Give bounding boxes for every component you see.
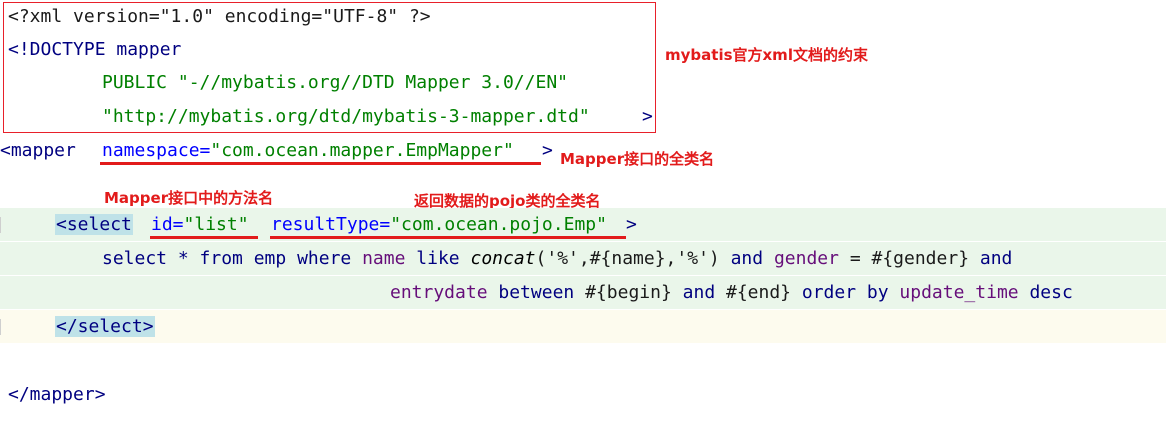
- mapper-open-tag: <mapper: [0, 140, 76, 161]
- code-line-xml-declaration: <?xml version="1.0" encoding="UTF-8" ?>: [0, 0, 1166, 33]
- doctype-close: >: [642, 106, 653, 127]
- code-line-doctype: <!DOCTYPE mapper: [0, 33, 1166, 66]
- code-line-public: PUBLIC "-//mybatis.org//DTD Mapper 3.0//…: [0, 66, 1166, 99]
- code-line-select-close: </select>: [0, 310, 1166, 343]
- namespace-underline: [100, 162, 541, 165]
- code-line-sql-2: entrydate between #{begin} and #{end} or…: [0, 276, 1166, 309]
- annotation-header: mybatis官方xml文档的约束: [665, 46, 868, 64]
- select-open-close: >: [626, 214, 637, 235]
- sql-statement-line-1: select * from emp where name like concat…: [102, 248, 1013, 269]
- mapper-close-tag: </mapper>: [8, 384, 106, 405]
- sql-statement-line-2: entrydate between #{begin} and #{end} or…: [390, 282, 1073, 303]
- doctype-open: <!DOCTYPE mapper: [8, 39, 182, 60]
- code-line-dtd: "http://mybatis.org/dtd/mybatis-3-mapper…: [0, 100, 1166, 133]
- select-open-tag: <select: [55, 214, 133, 235]
- result-type-underline: [270, 236, 626, 239]
- code-line-sql-1: select * from emp where name like concat…: [0, 242, 1166, 275]
- doctype-dtd-url: "http://mybatis.org/dtd/mybatis-3-mapper…: [102, 106, 590, 127]
- id-underline: [150, 236, 258, 239]
- select-close-tag: </select>: [55, 316, 155, 337]
- annotation-namespace: Mapper接口的全类名: [560, 150, 715, 168]
- code-line-mapper-close: </mapper>: [0, 378, 1166, 411]
- mapper-open-close: >: [542, 140, 553, 161]
- xml-declaration: <?xml version="1.0" encoding="UTF-8" ?>: [8, 6, 431, 27]
- doctype-public: PUBLIC "-//mybatis.org//DTD Mapper 3.0//…: [102, 72, 568, 93]
- annotation-method: Mapper接口中的方法名: [104, 189, 274, 207]
